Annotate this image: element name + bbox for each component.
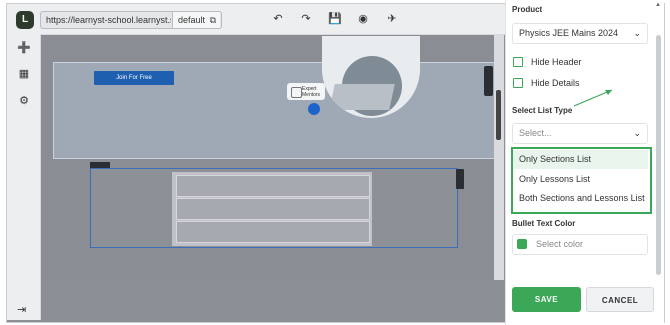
panel-scrollbar[interactable]: ▲ — [655, 0, 663, 280]
option-only-lessons[interactable]: Only Lessons List — [513, 170, 648, 189]
grid-icon[interactable]: ▦ — [17, 67, 31, 81]
save-icon[interactable]: 💾 — [328, 12, 342, 26]
exit-icon[interactable]: ⇥ — [17, 303, 26, 316]
canvas-scroll-thumb[interactable] — [496, 90, 501, 140]
hide-header-label: Hide Header — [531, 57, 582, 67]
color-select[interactable]: Select color — [512, 234, 648, 255]
add-icon[interactable]: ➕ — [17, 41, 31, 55]
section-tools[interactable] — [484, 66, 493, 96]
scroll-up-icon[interactable]: ▲ — [655, 2, 661, 8]
env-label: default — [178, 15, 206, 25]
section2-side-tools[interactable] — [456, 169, 464, 189]
settings-icon[interactable]: ⚙ — [17, 94, 31, 108]
color-swatch[interactable] — [517, 239, 527, 249]
expert-badge: Expert Mentors — [287, 83, 325, 100]
list-row — [176, 221, 370, 243]
redo-icon[interactable]: ↷ — [299, 12, 313, 26]
decorative-dot — [308, 103, 320, 115]
product-select[interactable]: Physics JEE Mains 2024 ⌄ — [512, 23, 648, 44]
preview-icon[interactable]: ◉ — [356, 12, 370, 26]
save-button[interactable]: SAVE — [512, 287, 581, 312]
list-type-placeholder: Select... — [519, 128, 552, 138]
chevron-down-icon: ⌄ — [633, 28, 641, 38]
url-text: https://learnyst-school.learnyst.site/ — [46, 15, 171, 25]
product-value: Physics JEE Mains 2024 — [519, 28, 619, 38]
list-type-label: Select List Type — [512, 106, 573, 115]
list-type-select[interactable]: Select... ⌄ — [512, 123, 648, 144]
logo-icon: L — [16, 11, 34, 29]
chevron-down-icon: ⌄ — [633, 128, 641, 138]
canvas-scrollbar[interactable] — [494, 35, 504, 280]
publish-icon[interactable]: ✈ — [385, 12, 399, 26]
product-label: Product — [512, 5, 543, 14]
url-bar[interactable]: https://learnyst-school.learnyst.site/ d… — [40, 11, 222, 29]
copy-icon[interactable]: ⧉ — [210, 12, 216, 28]
join-button[interactable]: Join For Free — [94, 71, 174, 85]
option-both[interactable]: Both Sections and Lessons List — [513, 189, 648, 208]
bullet-color-label: Bullet Text Color — [512, 219, 576, 228]
list-row — [176, 198, 370, 220]
list-row — [176, 175, 370, 197]
cancel-button[interactable]: CANCEL — [586, 287, 654, 312]
badge-line2: Mentors — [302, 92, 321, 98]
option-only-sections[interactable]: Only Sections List — [513, 150, 648, 169]
hide-header-checkbox[interactable] — [513, 57, 523, 67]
mentor-icon — [291, 87, 302, 98]
undo-icon[interactable]: ↶ — [271, 12, 285, 26]
annotation-arrow — [573, 89, 613, 107]
panel-scroll-thumb[interactable] — [656, 35, 661, 275]
hide-details-checkbox[interactable] — [513, 78, 523, 88]
color-placeholder: Select color — [536, 239, 584, 249]
laptop-shape — [329, 84, 395, 110]
